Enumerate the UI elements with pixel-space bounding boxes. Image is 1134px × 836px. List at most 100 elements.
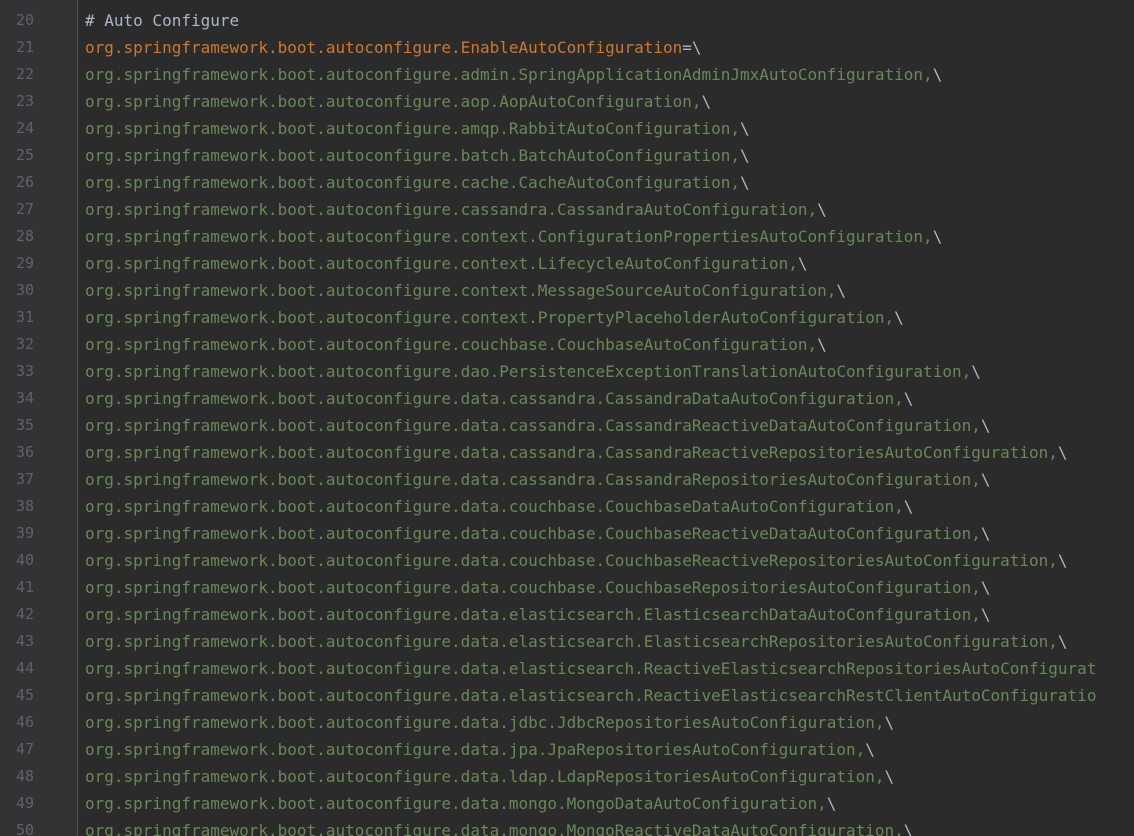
code-line[interactable]: org.springframework.boot.autoconfigure.c… (85, 304, 1134, 331)
code-line[interactable]: org.springframework.boot.autoconfigure.a… (85, 115, 1134, 142)
line-number: 41 (15, 578, 34, 596)
line-number: 26 (15, 173, 34, 191)
code-line[interactable]: org.springframework.boot.autoconfigure.b… (85, 142, 1134, 169)
code-line[interactable]: org.springframework.boot.autoconfigure.d… (85, 466, 1134, 493)
line-number: 44 (15, 659, 34, 677)
line-continuation: \ (932, 227, 943, 246)
line-number: 24 (15, 119, 34, 137)
code-line[interactable]: org.springframework.boot.autoconfigure.c… (85, 223, 1134, 250)
line-continuation: \ (836, 281, 846, 300)
property-value: org.springframework.boot.autoconfigure.d… (85, 443, 1058, 462)
property-value: org.springframework.boot.autoconfigure.d… (85, 551, 1058, 570)
property-value: org.springframework.boot.autoconfigure.d… (85, 740, 866, 759)
line-number: 27 (15, 200, 34, 218)
code-line[interactable]: org.springframework.boot.autoconfigure.d… (85, 817, 1134, 836)
line-number: 20 (15, 11, 34, 29)
code-line[interactable]: org.springframework.boot.autoconfigure.d… (85, 601, 1134, 628)
line-number: 48 (15, 767, 34, 785)
property-value: org.springframework.boot.autoconfigure.c… (85, 227, 933, 246)
property-value: org.springframework.boot.autoconfigure.d… (85, 632, 1058, 651)
property-value: org.springframework.boot.autoconfigure.c… (85, 254, 798, 273)
line-number: 35 (15, 416, 34, 434)
property-value: org.springframework.boot.autoconfigure.a… (85, 65, 933, 84)
property-value: org.springframework.boot.autoconfigure.d… (85, 578, 981, 597)
line-continuation: \ (980, 578, 991, 597)
property-value: org.springframework.boot.autoconfigure.d… (85, 497, 904, 516)
line-number: 32 (15, 335, 34, 353)
property-value: org.springframework.boot.autoconfigure.d… (85, 686, 1097, 705)
code-editor[interactable]: 20 21 22 23 24 25 26 27 28 29 30 31 32 33 34 35 36 37 38 39… (0, 0, 1134, 836)
property-value: org.springframework.boot.autoconfigure.d… (85, 605, 981, 624)
line-continuation: \ (691, 38, 702, 57)
code-line[interactable]: org.springframework.boot.autoconfigure.c… (85, 331, 1134, 358)
property-value: org.springframework.boot.autoconfigure.c… (85, 281, 837, 300)
line-number: 29 (15, 254, 34, 272)
code-line[interactable]: org.springframework.boot.autoconfigure.d… (85, 412, 1134, 439)
line-number: 25 (15, 146, 34, 164)
line-number: 21 (15, 38, 34, 56)
property-value: org.springframework.boot.autoconfigure.d… (85, 470, 981, 489)
code-line[interactable]: org.springframework.boot.autoconfigure.E… (85, 34, 1134, 61)
code-line[interactable]: org.springframework.boot.autoconfigure.d… (85, 439, 1134, 466)
code-line[interactable]: org.springframework.boot.autoconfigure.c… (85, 169, 1134, 196)
code-line[interactable]: org.springframework.boot.autoconfigure.d… (85, 628, 1134, 655)
code-line[interactable]: org.springframework.boot.autoconfigure.c… (85, 277, 1134, 304)
code-area[interactable]: # Auto Configure org.springframework.boot… (85, 0, 1134, 836)
line-continuation: \ (797, 254, 808, 273)
line-number: 36 (15, 443, 34, 461)
property-value: org.springframework.boot.autoconfigure.a… (85, 119, 741, 138)
code-line[interactable]: org.springframework.boot.autoconfigure.c… (85, 196, 1134, 223)
line-number: 38 (15, 497, 34, 515)
line-continuation: \ (817, 200, 827, 219)
code-line[interactable]: org.springframework.boot.autoconfigure.d… (85, 790, 1134, 817)
line-number-gutter: 20 21 22 23 24 25 26 27 28 29 30 31 32 33 34 35 36 37 38 39… (0, 0, 78, 836)
line-number: 31 (15, 308, 34, 326)
line-continuation: \ (903, 389, 914, 408)
line-number: 46 (15, 713, 34, 731)
line-number: 30 (15, 281, 34, 299)
line-continuation: \ (826, 794, 837, 813)
code-line[interactable]: org.springframework.boot.autoconfigure.d… (85, 655, 1134, 682)
line-continuation: \ (701, 92, 712, 111)
line-number: 49 (15, 794, 34, 812)
line-continuation: \ (884, 767, 895, 786)
property-value: org.springframework.boot.autoconfigure.d… (85, 713, 885, 732)
code-line[interactable]: org.springframework.boot.autoconfigure.d… (85, 574, 1134, 601)
code-line[interactable]: org.springframework.boot.autoconfigure.d… (85, 358, 1134, 385)
line-continuation: \ (903, 497, 914, 516)
code-line[interactable]: org.springframework.boot.autoconfigure.d… (85, 682, 1134, 709)
line-number: 42 (15, 605, 34, 623)
property-value: org.springframework.boot.autoconfigure.c… (85, 335, 818, 354)
line-number: 37 (15, 470, 34, 488)
line-continuation: \ (894, 308, 904, 327)
line-number: 34 (15, 389, 34, 407)
code-line[interactable]: org.springframework.boot.autoconfigure.d… (85, 520, 1134, 547)
line-continuation: \ (903, 821, 914, 836)
code-line[interactable]: org.springframework.boot.autoconfigure.d… (85, 763, 1134, 790)
line-continuation: \ (980, 524, 991, 543)
property-key: org.springframework.boot.autoconfigure.E… (85, 38, 683, 57)
line-number: 45 (15, 686, 34, 704)
line-continuation: \ (740, 146, 750, 165)
line-number: 33 (15, 362, 34, 380)
line-continuation: \ (817, 335, 827, 354)
line-number: 43 (15, 632, 34, 650)
line-number: 23 (15, 92, 34, 110)
line-continuation: \ (1057, 551, 1068, 570)
code-line[interactable]: org.springframework.boot.autoconfigure.c… (85, 250, 1134, 277)
line-continuation: \ (980, 605, 991, 624)
code-line[interactable]: org.springframework.boot.autoconfigure.a… (85, 61, 1134, 88)
line-continuation: \ (932, 65, 943, 84)
line-continuation: \ (980, 416, 991, 435)
code-line[interactable]: org.springframework.boot.autoconfigure.d… (85, 547, 1134, 574)
code-line[interactable]: # Auto Configure (85, 7, 1134, 34)
line-number: 28 (15, 227, 34, 245)
code-line[interactable]: org.springframework.boot.autoconfigure.a… (85, 88, 1134, 115)
property-value: org.springframework.boot.autoconfigure.a… (85, 92, 702, 111)
code-line[interactable]: org.springframework.boot.autoconfigure.d… (85, 493, 1134, 520)
code-line[interactable]: org.springframework.boot.autoconfigure.d… (85, 709, 1134, 736)
line-continuation: \ (740, 119, 750, 138)
code-line[interactable]: org.springframework.boot.autoconfigure.d… (85, 385, 1134, 412)
code-line[interactable]: org.springframework.boot.autoconfigure.d… (85, 736, 1134, 763)
property-value: org.springframework.boot.autoconfigure.b… (85, 146, 741, 165)
